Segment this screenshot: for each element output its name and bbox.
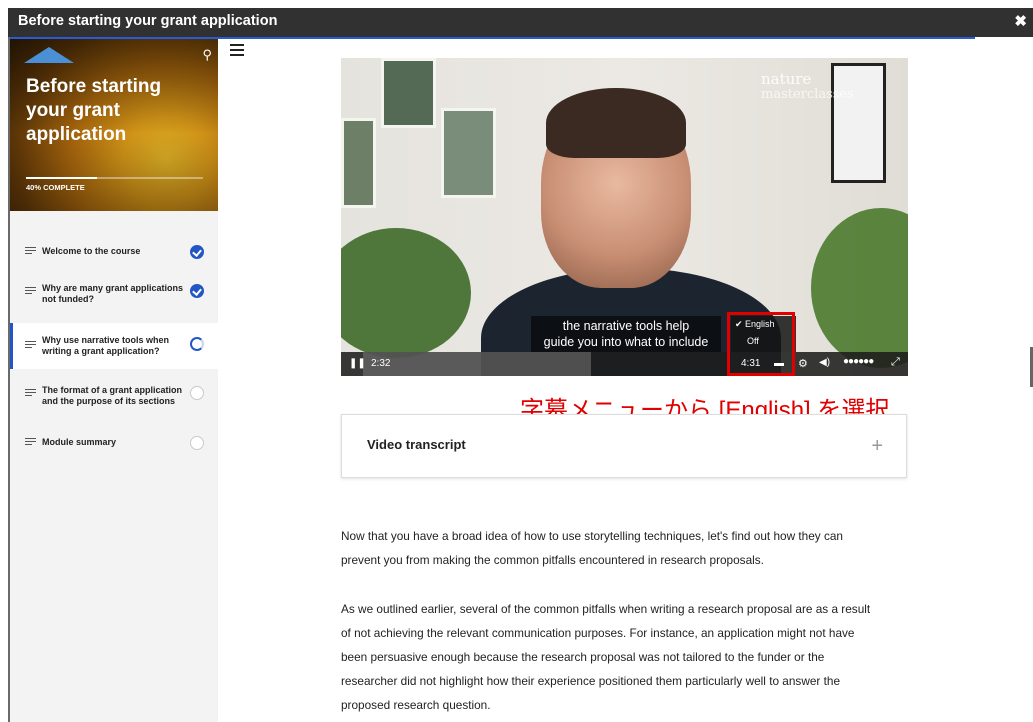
volume-level-dots[interactable]: ●●●●●● (843, 356, 874, 367)
wall-photo (341, 118, 376, 208)
window-titlebar: Before starting your grant application ✖ (8, 8, 1033, 37)
hamburger-menu-icon[interactable] (230, 44, 244, 59)
search-icon[interactable]: ⚲ (202, 47, 212, 63)
lesson-list-icon (25, 389, 36, 398)
sidebar-item-label: Module summary (42, 437, 117, 447)
course-title: Before starting your grant application (26, 76, 162, 145)
course-progress-label: 40% COMPLETE (26, 183, 85, 192)
video-controls: ❚❚ 2:32 4:31 ▬ ⚙ ◀) ●●●●●● ⤢ (341, 352, 908, 376)
sidebar-item-format[interactable]: The format of a grant application and th… (10, 381, 218, 411)
wall-photo (381, 58, 436, 128)
video-subtitle: the narrative tools help guide you into … (531, 316, 721, 352)
sidebar-item-welcome[interactable]: Welcome to the course (10, 242, 218, 262)
expand-plus-icon[interactable]: + (871, 435, 883, 458)
volume-icon[interactable]: ◀) (819, 357, 830, 368)
complete-check-icon (190, 245, 204, 259)
close-icon[interactable]: ✖ (1014, 12, 1027, 30)
right-blank-area (975, 39, 1033, 722)
lesson-list-icon (25, 287, 36, 296)
video-transcript-accordion[interactable]: Video transcript + (341, 414, 907, 478)
sidebar-item-label: Why use narrative tools when writing a g… (42, 335, 170, 356)
sidebar-item-narrative-tools[interactable]: Why use narrative tools when writing a g… (10, 323, 218, 369)
sidebar-item-label: The format of a grant application and th… (42, 385, 183, 406)
mountain-logo-icon (24, 47, 74, 63)
lesson-list-icon (25, 341, 36, 350)
window-title: Before starting your grant application (18, 13, 278, 29)
course-progress-bar (26, 177, 203, 179)
pause-icon[interactable]: ❚❚ (349, 358, 366, 369)
video-player[interactable]: nature masterclasses the narrative tools… (341, 58, 908, 376)
not-started-icon (190, 386, 204, 400)
in-progress-icon (190, 337, 204, 351)
fullscreen-icon[interactable]: ⤢ (891, 356, 900, 369)
sidebar-item-module-summary[interactable]: Module summary (10, 433, 218, 453)
lesson-list-icon (25, 247, 36, 256)
course-hero: ⚲ Before starting your grant application… (10, 39, 218, 211)
course-progress-fill (26, 177, 97, 179)
complete-check-icon (190, 284, 204, 298)
highlight-box (727, 312, 795, 376)
not-started-icon (190, 436, 204, 450)
gear-icon[interactable]: ⚙ (798, 357, 808, 370)
course-sidebar: ⚲ Before starting your grant application… (10, 39, 218, 722)
sidebar-item-label: Welcome to the course (42, 246, 141, 256)
sidebar-item-label: Why are many grant applications not fund… (42, 283, 184, 304)
wall-photo (441, 108, 496, 198)
sidebar-item-why-not-funded[interactable]: Why are many grant applications not fund… (10, 279, 218, 309)
current-time: 2:32 (371, 358, 391, 369)
body-paragraph-2: As we outlined earlier, several of the c… (341, 602, 871, 712)
body-paragraph-1: Now that you have a broad idea of how to… (341, 529, 843, 567)
video-progress-bar[interactable] (363, 352, 591, 376)
transcript-label: Video transcript (367, 437, 466, 452)
brand-watermark: nature masterclasses (761, 70, 854, 103)
speaker-hair (546, 88, 686, 158)
lesson-list-icon (25, 438, 36, 447)
